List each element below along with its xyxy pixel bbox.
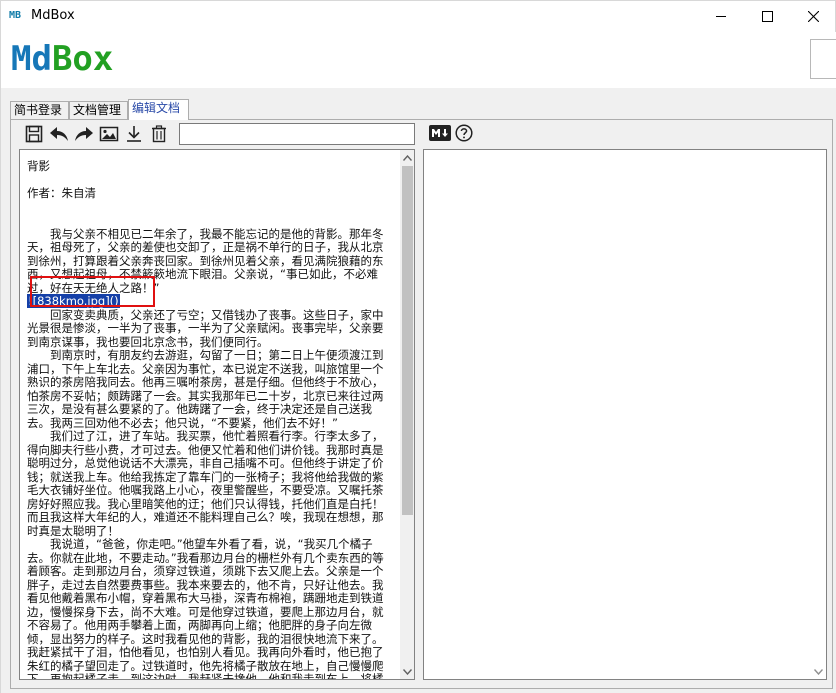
markdown-preview[interactable] <box>423 149 827 680</box>
insert-image-button[interactable] <box>96 123 121 145</box>
save-button[interactable] <box>21 123 46 145</box>
delete-button[interactable] <box>146 123 171 145</box>
window-title: MdBox <box>31 8 75 23</box>
redo-icon <box>74 127 93 141</box>
app-logo: MdBox <box>11 39 113 79</box>
tab-edit-document[interactable]: 编辑文档 <box>128 99 189 120</box>
minimize-button[interactable] <box>698 1 744 32</box>
redo-button[interactable] <box>71 123 96 145</box>
maximize-icon <box>761 11 773 22</box>
editor-vertical-scrollbar[interactable] <box>400 150 414 679</box>
login-panel-edge <box>810 39 836 79</box>
editor-blank-line <box>27 201 393 215</box>
editor-text-area[interactable]: 背影 作者：朱自清 我与父亲不相见已二年余了，我最不能忘记的是他的背影。那年冬天… <box>20 150 400 679</box>
minimize-icon <box>715 16 726 17</box>
image-icon <box>99 126 118 142</box>
editor-paragraph: 我说道，“爸爸，你走吧。”他望车外看了看，说，“我买几个橘子去。你就在此地，不要… <box>27 537 384 679</box>
undo-icon <box>49 127 68 141</box>
preview-scrollbar[interactable] <box>811 150 826 679</box>
chevron-up-icon <box>403 154 412 161</box>
download-icon <box>126 126 141 142</box>
app-icon: MB <box>9 10 22 21</box>
logo-part-md: Md <box>11 39 52 79</box>
close-icon <box>807 11 819 22</box>
help-button[interactable] <box>455 124 473 142</box>
preview-scroll-down-button[interactable] <box>811 664 826 679</box>
markdown-editor[interactable]: 背影 作者：朱自清 我与父亲不相见已二年余了，我最不能忘记的是他的背影。那年冬天… <box>19 149 415 680</box>
editor-blank-line <box>27 174 393 188</box>
title-bar: MB MdBox <box>0 0 836 32</box>
edit-document-panel: 背影 作者：朱自清 我与父亲不相见已二年余了，我最不能忘记的是他的背影。那年冬天… <box>10 119 833 689</box>
client-area: 简书登录 文档管理 编辑文档 背影 作者：朱自清 我与父亲不相见已二年余了，我最… <box>0 88 836 693</box>
editor-paragraph: 到南京时，有朋友约去游逛，勾留了一日；第二日上午便须渡江到浦口，下午上车北去。父… <box>27 348 384 430</box>
maximize-button[interactable] <box>744 1 790 32</box>
editor-paragraph: 我与父亲不相见已二年余了，我最不能忘记的是他的背影。那年冬天，祖母死了，父亲的差… <box>27 226 384 295</box>
document-title-input[interactable] <box>179 123 415 145</box>
chevron-down-icon <box>403 668 412 675</box>
chevron-down-icon <box>814 668 823 675</box>
save-icon <box>25 125 42 143</box>
close-button[interactable] <box>790 1 836 32</box>
trash-icon <box>151 125 166 143</box>
scroll-down-button[interactable] <box>400 664 414 679</box>
scroll-thumb[interactable] <box>402 166 413 515</box>
editor-toolbar <box>21 123 171 145</box>
selected-image-markdown: ![838kmo.jpg]() <box>27 294 120 308</box>
editor-line: 作者：朱自清 <box>27 186 96 200</box>
editor-image-line: ![838kmo.jpg]() <box>27 294 393 309</box>
editor-blank-line <box>27 214 393 228</box>
scroll-up-button[interactable] <box>400 150 414 165</box>
markdown-preview-button[interactable] <box>429 125 451 141</box>
logo-band: MdBox <box>0 32 836 88</box>
editor-line: 背影 <box>27 159 50 173</box>
editor-paragraph: 回家变卖典质，父亲还了亏空；又借钱办了丧事。这些日子，家中光景很是惨淡，一半为了… <box>27 307 384 349</box>
tab-document-manage[interactable]: 文档管理 <box>69 101 128 119</box>
download-button[interactable] <box>121 123 146 145</box>
logo-part-box: Box <box>51 39 114 79</box>
tab-jianshu-login[interactable]: 简书登录 <box>10 101 69 119</box>
editor-paragraph: 我们过了江，进了车站。我买票，他忙着照看行李。行李太多了，得向脚夫行些小费，才可… <box>27 429 384 538</box>
undo-button[interactable] <box>46 123 71 145</box>
help-icon <box>455 124 473 142</box>
markdown-icon <box>429 125 451 141</box>
